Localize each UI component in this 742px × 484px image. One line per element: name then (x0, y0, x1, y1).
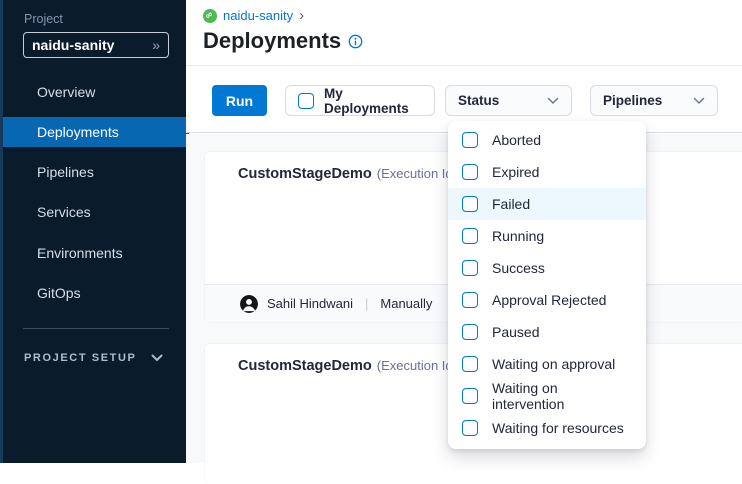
pipelines-filter-label: Pipelines (603, 93, 662, 108)
page-title: Deployments (203, 28, 341, 54)
my-deployments-checkbox[interactable] (298, 93, 314, 109)
status-option-expired[interactable]: Expired (448, 156, 646, 188)
sidebar-item-pipelines[interactable]: Pipelines (3, 157, 189, 187)
checkbox[interactable] (462, 132, 478, 148)
status-option-label: Aborted (492, 132, 541, 148)
breadcrumb-chevron-icon: › (299, 8, 304, 23)
status-option-success[interactable]: Success (448, 252, 646, 284)
breadcrumb: ∞ naidu-sanity › (203, 8, 304, 23)
checkbox[interactable] (462, 420, 478, 436)
sidebar-item-overview[interactable]: Overview (3, 77, 189, 107)
status-option-label: Running (492, 228, 544, 244)
project-setup-label: PROJECT SETUP (24, 352, 137, 364)
checkbox[interactable] (462, 196, 478, 212)
project-expand-icon[interactable]: » (152, 38, 160, 52)
checkbox[interactable] (462, 260, 478, 276)
status-option-waiting-on-intervention[interactable]: Waiting on intervention (448, 380, 646, 412)
header-divider (186, 65, 742, 66)
cd-module-icon: ∞ (203, 9, 217, 23)
status-filter-label: Status (458, 93, 499, 108)
deployment-pipeline-name: CustomStageDemo (238, 358, 372, 374)
status-option-waiting-on-approval[interactable]: Waiting on approval (448, 348, 646, 380)
status-option-label: Waiting on intervention (492, 380, 632, 412)
project-selector-value: naidu-sanity (32, 37, 114, 53)
status-filter-dropdown[interactable]: Status (445, 85, 572, 116)
status-option-failed[interactable]: Failed (448, 188, 646, 220)
status-option-running[interactable]: Running (448, 220, 646, 252)
checkbox[interactable] (462, 164, 478, 180)
status-option-waiting-for-resources[interactable]: Waiting for resources (448, 412, 646, 444)
my-deployments-toggle[interactable]: My Deployments (285, 85, 435, 116)
status-option-label: Approval Rejected (492, 292, 606, 308)
sidebar-item-deployments[interactable]: Deployments (3, 117, 189, 147)
sidebar-item-services[interactable]: Services (3, 197, 189, 227)
info-icon[interactable] (348, 34, 363, 49)
pipelines-filter-dropdown[interactable]: Pipelines (590, 85, 718, 116)
status-option-label: Paused (492, 324, 539, 340)
checkbox[interactable] (462, 228, 478, 244)
page-header: ∞ naidu-sanity › Deployments Run My Depl… (186, 0, 742, 133)
breadcrumb-project-link[interactable]: naidu-sanity (223, 8, 293, 23)
footer-separator: | (362, 296, 371, 311)
status-filter-menu: Aborted Expired Failed Running Success A… (448, 121, 646, 449)
sidebar-item-environments[interactable]: Environments (3, 238, 189, 268)
chevron-down-icon (151, 354, 163, 362)
status-option-label: Waiting for resources (492, 420, 624, 436)
avatar (240, 295, 258, 313)
project-sidebar: Project naidu-sanity » Overview Deployme… (0, 0, 186, 463)
trigger-type: Manually (380, 296, 432, 311)
sidebar-divider (23, 328, 169, 329)
checkbox[interactable] (462, 388, 478, 404)
main-area: ∞ naidu-sanity › Deployments Run My Depl… (186, 0, 742, 463)
status-option-label: Success (492, 260, 545, 276)
chevron-down-icon (547, 97, 559, 105)
project-selector[interactable]: naidu-sanity » (23, 32, 169, 58)
checkbox[interactable] (462, 324, 478, 340)
status-option-aborted[interactable]: Aborted (448, 124, 646, 156)
chevron-down-icon (693, 97, 705, 105)
checkbox[interactable] (462, 292, 478, 308)
sidebar-item-gitops[interactable]: GitOps (3, 278, 189, 308)
project-label: Project (24, 12, 63, 26)
status-option-label: Expired (492, 164, 539, 180)
status-option-approval-rejected[interactable]: Approval Rejected (448, 284, 646, 316)
status-option-label: Failed (492, 196, 530, 212)
my-deployments-label: My Deployments (324, 86, 422, 116)
deployment-execution-id: (Execution Id (377, 358, 453, 373)
status-option-paused[interactable]: Paused (448, 316, 646, 348)
triggered-by-name: Sahil Hindwani (267, 296, 353, 311)
status-option-label: Waiting on approval (492, 356, 615, 372)
run-button[interactable]: Run (212, 85, 267, 116)
deployment-execution-id: (Execution Id (377, 166, 453, 181)
checkbox[interactable] (462, 356, 478, 372)
deployment-pipeline-name: CustomStageDemo (238, 166, 372, 182)
project-setup-toggle[interactable]: PROJECT SETUP (24, 348, 163, 368)
